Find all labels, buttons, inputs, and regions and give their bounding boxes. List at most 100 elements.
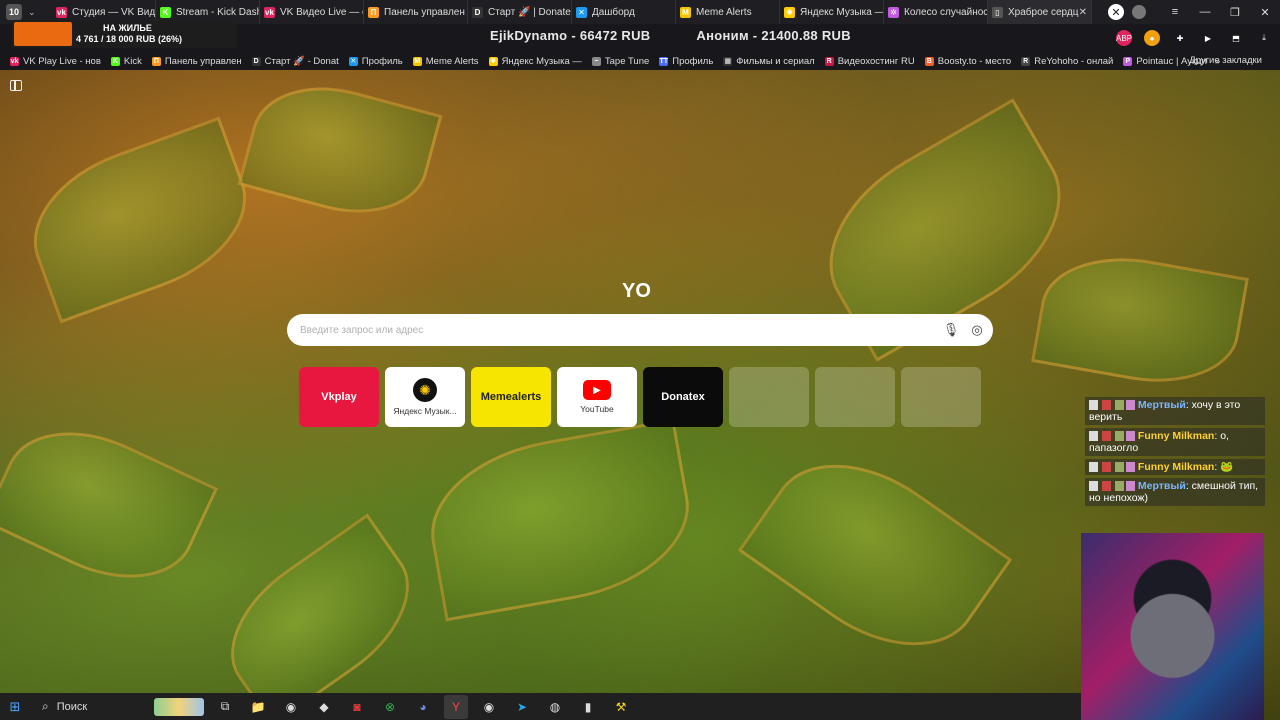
search-icon: ⌕	[42, 699, 49, 713]
taskbar-search-label: Поиск	[56, 700, 88, 713]
bookmark-favicon-icon: M	[412, 56, 422, 66]
tab-count-badge[interactable]: 10	[6, 4, 22, 20]
obs-icon[interactable]: ◍	[543, 695, 567, 719]
bookmark-item[interactable]: R Видеохостинг RU	[824, 56, 915, 67]
tab-label: Студия — VK Вид	[72, 6, 156, 18]
menu-icon[interactable]: ≡	[1160, 6, 1190, 18]
chat-badges-icon	[1089, 400, 1135, 411]
tab-9[interactable]: ▯ Храброе сердц ✕	[988, 0, 1092, 24]
tab-3[interactable]: П Панель управлен	[364, 0, 468, 24]
bookmark-label: VK Play Live - нов	[23, 55, 101, 67]
xbox-icon[interactable]: ⊗	[378, 695, 402, 719]
extension-icon[interactable]: ●	[1144, 30, 1160, 46]
chat-username: Мертвый	[1137, 480, 1186, 492]
vk-video-icon: vk	[56, 6, 67, 18]
chat-message: Мертвый: смешной тип, но непохож)	[1085, 478, 1265, 506]
tab-label: Stream - Kick Dash	[176, 6, 260, 18]
empty-tile[interactable]	[815, 367, 895, 427]
tab-label: VK Видео Live — с	[280, 6, 364, 18]
bookmark-item[interactable]: D Старт 🚀 - Donat	[251, 56, 339, 67]
search-box[interactable]: 🎙 ◎	[287, 314, 993, 346]
bookmark-item[interactable]: B Boosty.to - место	[924, 56, 1011, 67]
tab-8[interactable]: ✲ Колесо случайнос	[884, 0, 988, 24]
background-leaf	[1031, 243, 1249, 397]
terminal-icon[interactable]: ▮	[576, 695, 600, 719]
close-tab-icon[interactable]: ✕	[1079, 7, 1087, 18]
empty-tile[interactable]	[901, 367, 981, 427]
tile-label: Яндекс Музык...	[393, 406, 457, 416]
speed-dial-tile[interactable]: ✺ Яндекс Музык...	[385, 367, 465, 427]
speed-dial-tile[interactable]: ▶ YouTube	[557, 367, 637, 427]
tab-label: Дашборд	[592, 6, 635, 18]
tab-2[interactable]: vk VK Видео Live — с	[260, 0, 364, 24]
bookmark-item[interactable]: M Meme Alerts	[412, 55, 479, 67]
tab-6[interactable]: M Meme Alerts	[676, 0, 780, 24]
sidebar-toggle-icon[interactable]	[10, 80, 22, 91]
close-active-tab-button[interactable]: ✕	[1108, 4, 1124, 20]
bookmark-label: Meme Alerts	[425, 55, 479, 67]
close-window-icon[interactable]: ✕	[1250, 6, 1280, 19]
goal-progress-bar	[14, 22, 72, 46]
bookmark-favicon-icon: vk	[10, 56, 19, 66]
bookmark-item[interactable]: ▦ Фильмы и сериал	[723, 56, 815, 67]
bookmark-item[interactable]: П Панель управлен	[151, 55, 242, 67]
yandex-music-icon[interactable]: ◙	[345, 695, 369, 719]
yandex-music-icon: ✺	[784, 6, 795, 18]
search-input[interactable]	[300, 324, 941, 336]
speed-dial-tile[interactable]: Vkplay	[299, 367, 379, 427]
toolbar-extensions: ABP ● ✚ ▶ ⬒ ⤓	[1104, 30, 1272, 46]
background-leaf	[203, 513, 437, 720]
steam-icon[interactable]: ◉	[477, 695, 501, 719]
windows-start-icon[interactable]: ⊞	[0, 699, 30, 715]
telegram-icon[interactable]: ➤	[510, 695, 534, 719]
bookmark-item[interactable]: vk VK Play Live - нов	[10, 56, 101, 67]
bookmark-item[interactable]: ~ Tape Tune	[591, 56, 649, 67]
bookmark-item[interactable]: ✕ Профиль	[348, 56, 403, 67]
stream-chat: Мертвый: хочу в это верить Funny Milkman…	[1085, 397, 1265, 509]
widgets-icon[interactable]	[154, 697, 204, 716]
empty-tile[interactable]	[729, 367, 809, 427]
media-icon[interactable]: ▶	[1200, 30, 1216, 46]
profile-avatar[interactable]	[1132, 5, 1146, 19]
bookmark-item[interactable]: K Kick	[110, 55, 142, 67]
minimize-icon[interactable]: —	[1190, 6, 1220, 18]
explorer-icon[interactable]: 📁	[246, 695, 270, 719]
downloads-icon[interactable]: ⤓	[1256, 30, 1272, 46]
chat-username: Мертвый	[1137, 399, 1186, 411]
background-leaf	[418, 418, 702, 622]
microphone-icon[interactable]: 🎙	[941, 320, 961, 340]
tab-5[interactable]: ✕ Дашборд	[572, 0, 676, 24]
camera-search-icon[interactable]: ◎	[967, 320, 987, 340]
memealerts-icon: M	[680, 6, 691, 18]
page-icon: П	[368, 6, 379, 18]
bookmark-item[interactable]: ✺ Яндекс Музыка —	[488, 56, 582, 67]
background-leaf	[737, 427, 1013, 683]
discord-icon[interactable]: ◕	[411, 695, 435, 719]
steam-icon[interactable]: ◉	[279, 695, 303, 719]
bookmark-favicon-icon: TT	[659, 56, 669, 66]
bookmarks-bar: vk VK Play Live - нов K Kick П Панель управле…	[0, 52, 1280, 70]
bookmark-item[interactable]: R ReYohoho - онлай	[1021, 56, 1113, 67]
donor-1: EjikDynamo - 66472 RUB	[490, 28, 651, 43]
tab-7[interactable]: ✺ Яндекс Музыка —	[780, 0, 884, 24]
bookmark-item[interactable]: TT Профиль	[659, 56, 713, 67]
bookmark-label: Панель управлен	[164, 55, 242, 67]
tabs-dropdown-icon[interactable]: ⌄	[28, 7, 42, 18]
speed-dial-tile[interactable]: Donatex	[643, 367, 723, 427]
restore-icon[interactable]: ❐	[1220, 6, 1250, 19]
app-icon[interactable]: ◆	[312, 695, 336, 719]
yandex-music-icon: ✺	[413, 378, 437, 402]
other-bookmarks[interactable]: Другие закладки	[1189, 55, 1262, 66]
tab-label: Яндекс Музыка —	[800, 6, 884, 18]
taskbar-search[interactable]: ⌕ Поиск	[34, 697, 154, 717]
adblock-icon[interactable]: ABP	[1116, 30, 1132, 46]
bookmark-label: Kick	[123, 55, 142, 67]
speed-dial-tile[interactable]: Memealerts	[471, 367, 551, 427]
task-view-icon[interactable]: ⧉	[213, 695, 237, 719]
tool-icon[interactable]: ⚒	[609, 695, 633, 719]
tab-4[interactable]: D Старт 🚀 | Donate	[468, 0, 572, 24]
extensions-puzzle-icon[interactable]: ✚	[1172, 30, 1188, 46]
collections-icon[interactable]: ⬒	[1228, 30, 1244, 46]
chat-message: Funny Milkman: о, папазогло	[1085, 428, 1265, 456]
yandex-browser-icon[interactable]: Y	[444, 694, 468, 719]
